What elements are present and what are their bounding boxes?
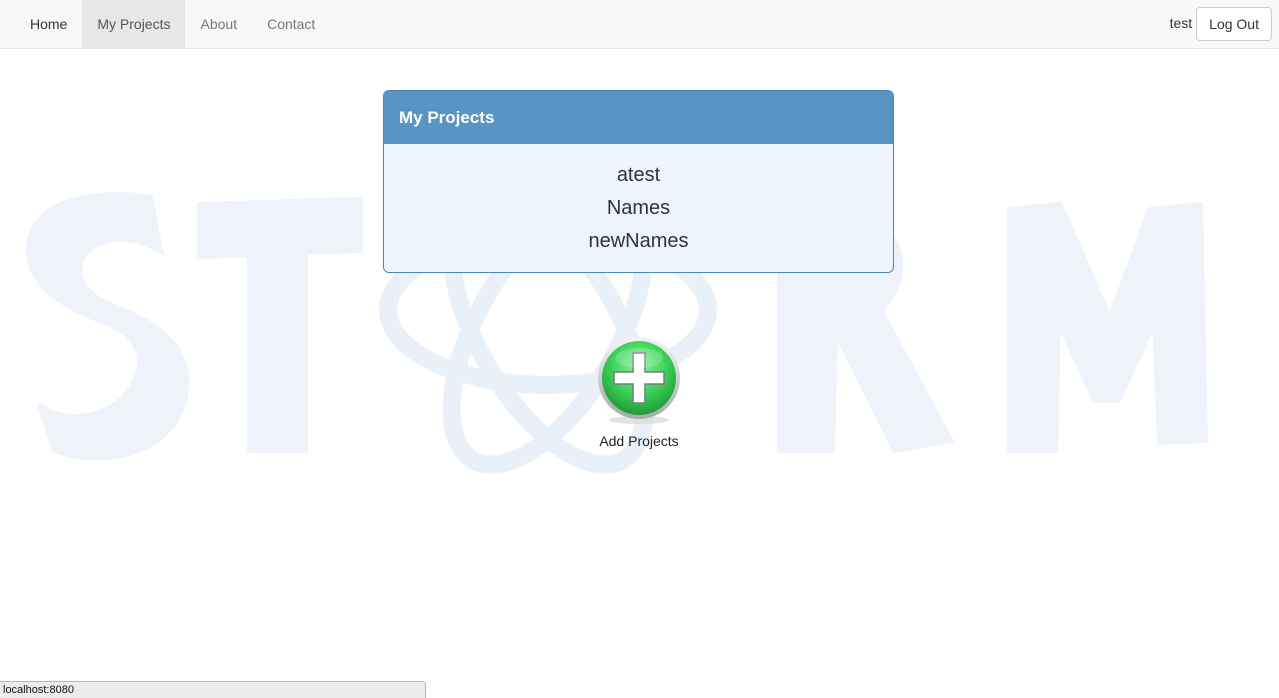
browser-status-bar: localhost:8080 (0, 681, 426, 698)
add-project-button[interactable]: Add Projects (589, 336, 689, 449)
project-link-names[interactable]: Names (384, 192, 893, 225)
username-label: test (1169, 15, 1193, 31)
nav-menu: Home My Projects About Contact (15, 0, 330, 48)
nav-my-projects[interactable]: My Projects (82, 0, 186, 48)
project-link-atest[interactable]: atest (384, 159, 893, 192)
projects-panel: My Projects atest Names newNames (383, 90, 894, 273)
nav-contact[interactable]: Contact (252, 0, 330, 48)
user-area: test Log Out (1170, 7, 1272, 41)
top-navbar: Home My Projects About Contact test Log … (0, 0, 1279, 49)
nav-home[interactable]: Home (15, 0, 82, 48)
nav-about[interactable]: About (185, 0, 252, 48)
add-project-label[interactable]: Add Projects (589, 433, 689, 449)
logout-button[interactable]: Log Out (1196, 7, 1272, 41)
project-link-newnames[interactable]: newNames (384, 225, 893, 258)
project-list: atest Names newNames (384, 144, 893, 258)
green-plus-icon[interactable] (596, 336, 682, 426)
panel-title: My Projects (384, 91, 893, 144)
